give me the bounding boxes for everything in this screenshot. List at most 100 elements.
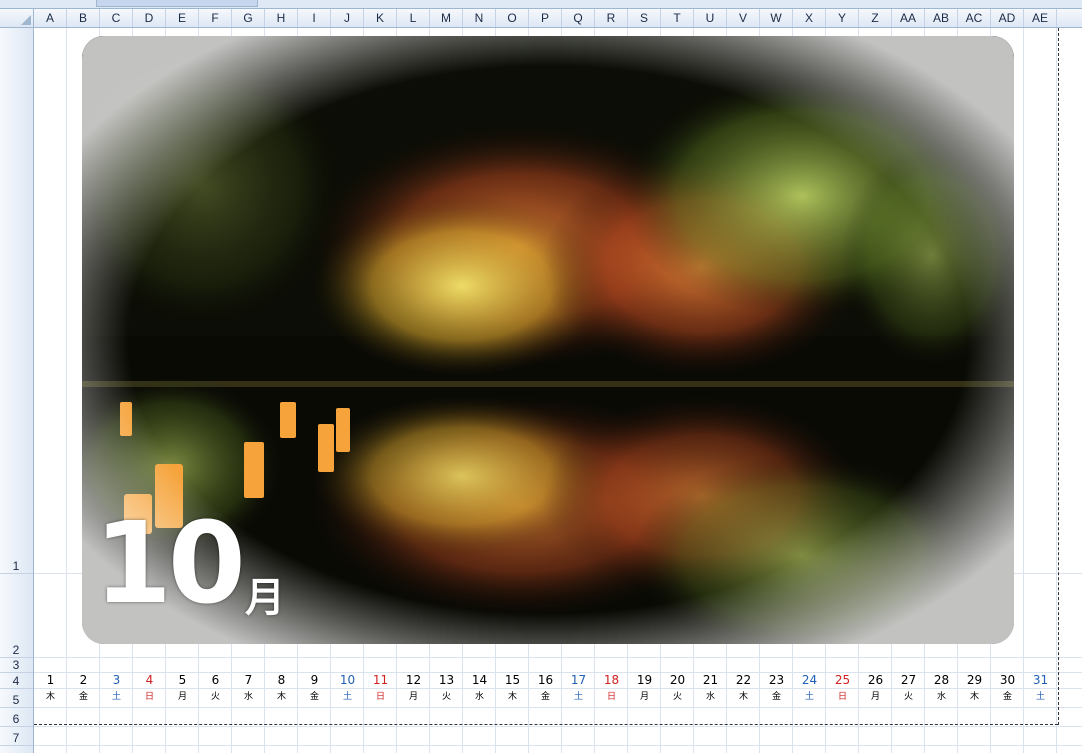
day-weekday: 月 <box>177 692 187 702</box>
select-all-button[interactable] <box>0 9 34 27</box>
column-header-g[interactable]: G <box>232 9 265 27</box>
row-header: 1 234 5 6 7 <box>0 28 34 753</box>
day-weekday: 水 <box>936 692 946 702</box>
day-number: 7 <box>244 673 253 687</box>
row-header-3[interactable]: 3 <box>0 657 32 673</box>
column-header-p[interactable]: P <box>529 9 562 27</box>
row-header-4[interactable]: 4 <box>0 673 32 689</box>
formula-bar-stub <box>96 0 258 7</box>
day-number: 21 <box>702 673 719 687</box>
day-weekday: 月 <box>639 692 649 702</box>
column-header: A B C D E F G H I J K L M N O P Q R S T U V W X Y Z AA AB AC AD AE <box>0 9 1082 28</box>
column-header-d[interactable]: D <box>133 9 166 27</box>
day-number: 17 <box>570 673 587 687</box>
column-header-r[interactable]: R <box>595 9 628 27</box>
column-header-w[interactable]: W <box>760 9 793 27</box>
day-weekday: 月 <box>870 692 880 702</box>
column-header-o[interactable]: O <box>496 9 529 27</box>
day-number: 24 <box>801 673 818 687</box>
day-weekday: 水 <box>705 692 715 702</box>
day-weekday: 水 <box>243 692 253 702</box>
day-weekday: 土 <box>342 692 352 702</box>
day-weekday: 火 <box>210 692 220 702</box>
month-unit: 月 <box>245 575 285 621</box>
grid-row-line <box>34 707 1082 708</box>
day-number: 3 <box>112 673 121 687</box>
day-weekday: 木 <box>738 692 748 702</box>
column-header-h[interactable]: H <box>265 9 298 27</box>
column-header-q[interactable]: Q <box>562 9 595 27</box>
grid-row-line <box>34 657 1082 658</box>
day-weekday: 日 <box>606 692 616 702</box>
day-number: 14 <box>471 673 488 687</box>
grid-column-line <box>1056 28 1057 753</box>
row-divider <box>0 707 33 708</box>
column-header-f[interactable]: F <box>199 9 232 27</box>
column-header-ad[interactable]: AD <box>991 9 1024 27</box>
day-weekday: 土 <box>573 692 583 702</box>
day-number: 5 <box>178 673 187 687</box>
day-number: 16 <box>537 673 554 687</box>
day-number: 30 <box>999 673 1016 687</box>
day-number: 25 <box>834 673 851 687</box>
row-header-1[interactable]: 1 <box>0 558 32 574</box>
grid-row-line <box>34 688 1082 689</box>
column-header-a[interactable]: A <box>34 9 67 27</box>
row-header-2[interactable]: 2 <box>0 642 32 658</box>
row-header-5[interactable]: 5 <box>0 692 32 708</box>
day-weekday: 月 <box>408 692 418 702</box>
column-header-t[interactable]: T <box>661 9 694 27</box>
column-header-u[interactable]: U <box>694 9 727 27</box>
day-number: 27 <box>900 673 917 687</box>
page-break-horizontal <box>34 724 1058 725</box>
day-number: 28 <box>933 673 950 687</box>
day-weekday: 木 <box>507 692 517 702</box>
column-header-m[interactable]: M <box>430 9 463 27</box>
column-header-s[interactable]: S <box>628 9 661 27</box>
day-number: 8 <box>277 673 286 687</box>
day-weekday: 日 <box>837 692 847 702</box>
day-weekday: 火 <box>441 692 451 702</box>
day-number: 13 <box>438 673 455 687</box>
column-header-ac[interactable]: AC <box>958 9 991 27</box>
column-header-x[interactable]: X <box>793 9 826 27</box>
column-header-aa[interactable]: AA <box>892 9 925 27</box>
column-header-k[interactable]: K <box>364 9 397 27</box>
column-header-n[interactable]: N <box>463 9 496 27</box>
toolbar-strip <box>0 0 1082 9</box>
row-divider <box>0 573 33 574</box>
day-weekday: 日 <box>144 692 154 702</box>
day-number: 15 <box>504 673 521 687</box>
day-number: 9 <box>310 673 319 687</box>
column-header-e[interactable]: E <box>166 9 199 27</box>
column-header-i[interactable]: I <box>298 9 331 27</box>
column-header-c[interactable]: C <box>100 9 133 27</box>
day-number: 31 <box>1032 673 1049 687</box>
day-weekday: 金 <box>771 692 781 702</box>
column-header-v[interactable]: V <box>727 9 760 27</box>
row-divider <box>0 688 33 689</box>
row-header-6[interactable]: 6 <box>0 711 32 727</box>
day-weekday: 火 <box>903 692 913 702</box>
column-header-ab[interactable]: AB <box>925 9 958 27</box>
column-header-z[interactable]: Z <box>859 9 892 27</box>
column-header-j[interactable]: J <box>331 9 364 27</box>
day-number: 10 <box>339 673 356 687</box>
select-all-icon <box>21 15 31 25</box>
row-divider <box>0 726 33 727</box>
day-number: 4 <box>145 673 154 687</box>
grid-column-line <box>66 28 67 753</box>
day-weekday: 土 <box>1035 692 1045 702</box>
row-header-7[interactable]: 7 <box>0 730 32 746</box>
day-number: 26 <box>867 673 884 687</box>
day-weekday: 金 <box>309 692 319 702</box>
month-number: 10 <box>94 499 246 629</box>
day-weekday: 土 <box>804 692 814 702</box>
column-header-ae[interactable]: AE <box>1024 9 1057 27</box>
day-weekday: 金 <box>1002 692 1012 702</box>
column-header-b[interactable]: B <box>67 9 100 27</box>
column-header-l[interactable]: L <box>397 9 430 27</box>
row-divider <box>0 745 33 746</box>
column-header-y[interactable]: Y <box>826 9 859 27</box>
grid-row-line <box>34 726 1082 727</box>
